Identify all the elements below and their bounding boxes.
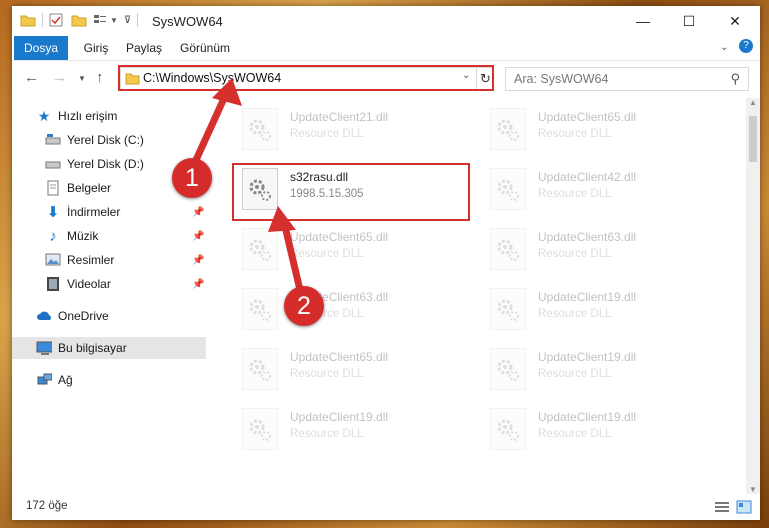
step-badge-1: 1 [172, 158, 212, 198]
annotation-overlay [192, 78, 304, 294]
arrow-1 [192, 78, 242, 164]
step-badge-2: 2 [284, 286, 324, 326]
arrow-2 [268, 206, 304, 294]
